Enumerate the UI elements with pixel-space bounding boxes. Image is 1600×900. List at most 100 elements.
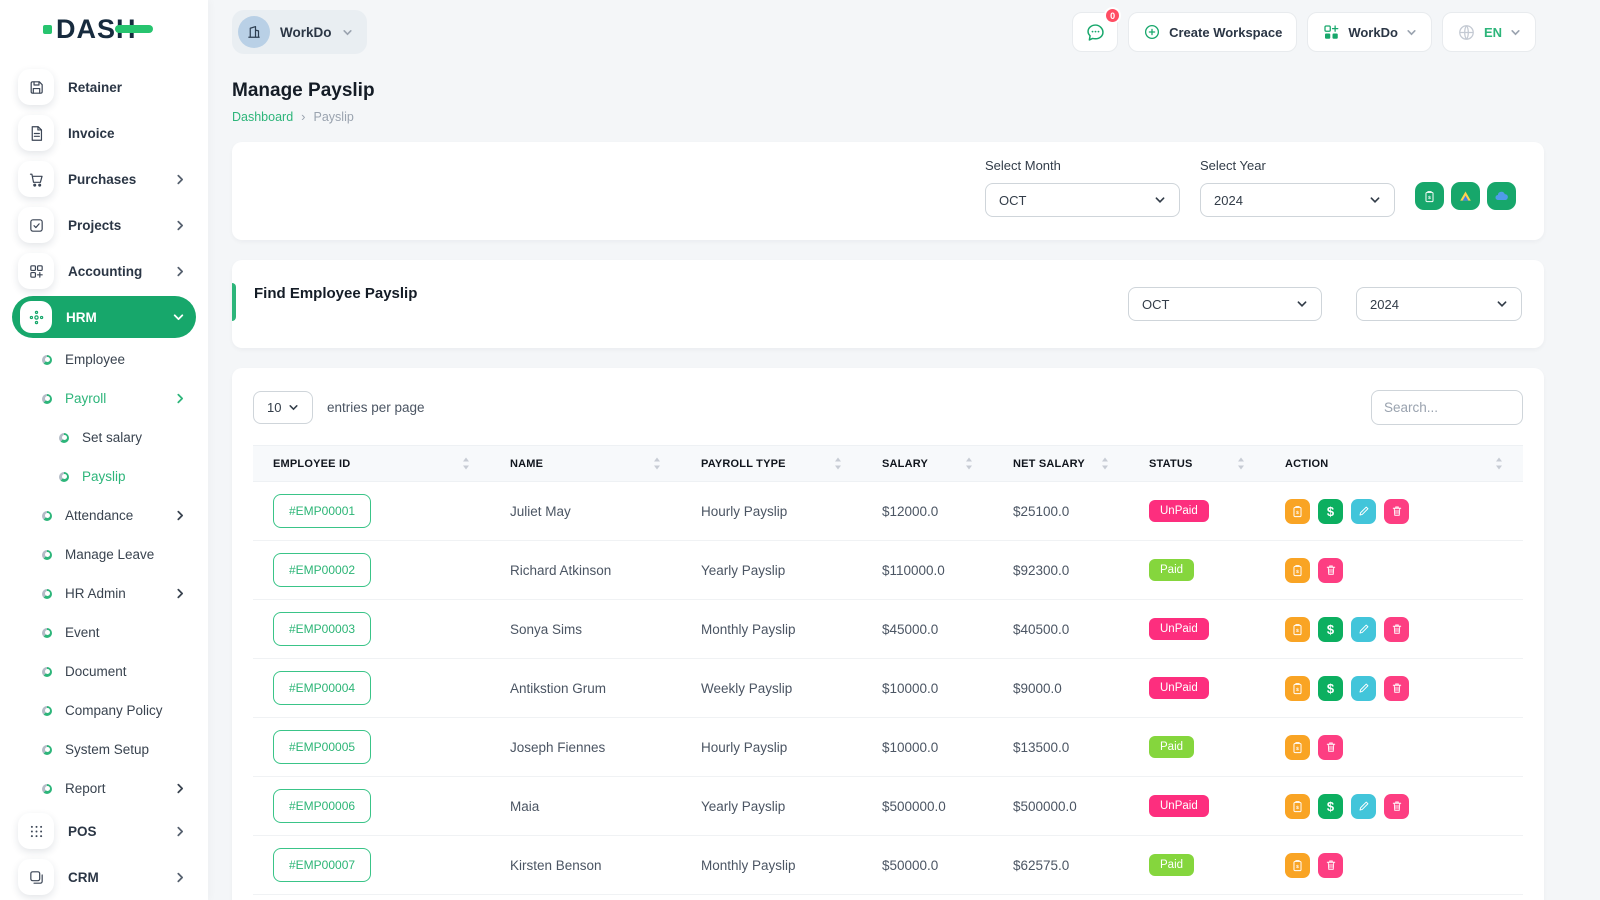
chevron-right-icon	[175, 266, 186, 277]
app-logo[interactable]: DASH	[56, 14, 137, 45]
card-accent-bar	[232, 283, 236, 321]
payslip-button[interactable]: $	[1285, 676, 1310, 701]
find-month-select[interactable]: OCT	[1128, 287, 1322, 321]
sidebar-item-manage-leave[interactable]: Manage Leave	[12, 535, 196, 574]
status-badge: UnPaid	[1149, 677, 1209, 699]
year-select[interactable]: 2024	[1200, 183, 1395, 217]
payslip-button[interactable]: $	[1285, 558, 1310, 583]
sidebar-item-set-salary[interactable]: Set salary	[12, 418, 196, 457]
sidebar-item-invoice[interactable]: Invoice	[12, 110, 196, 156]
select-month-label: Select Month	[985, 158, 1180, 173]
month-select[interactable]: OCT	[985, 183, 1180, 217]
payslip-icon: $	[1291, 564, 1304, 577]
status-badge: Paid	[1149, 736, 1194, 758]
sidebar-item-projects[interactable]: Projects	[12, 202, 196, 248]
sidebar-item-employee[interactable]: Employee	[12, 340, 196, 379]
employee-id-button[interactable]: #EMP00002	[273, 553, 371, 587]
column-header-employee-id[interactable]: EMPLOYEE ID	[253, 446, 490, 482]
sidebar-item-company-policy[interactable]: Company Policy	[12, 691, 196, 730]
payslip-button[interactable]: $	[1285, 735, 1310, 760]
search-input[interactable]	[1371, 390, 1523, 425]
svg-text:$: $	[1296, 804, 1299, 810]
employee-id-button[interactable]: #EMP00001	[273, 494, 371, 528]
row-actions: $	[1285, 735, 1503, 760]
pay-button[interactable]: $	[1318, 617, 1343, 642]
column-header-net-salary[interactable]: NET SALARY	[993, 446, 1129, 482]
find-year-select[interactable]: 2024	[1356, 287, 1522, 321]
payslip-button[interactable]: $	[1285, 853, 1310, 878]
edit-button[interactable]	[1351, 499, 1376, 524]
sidebar-item-event[interactable]: Event	[12, 613, 196, 652]
payslip-button[interactable]: $	[1285, 617, 1310, 642]
table-row: #EMP00004Antikstion GrumWeekly Payslip$1…	[253, 659, 1523, 718]
workspace-selector[interactable]: WorkDo	[232, 10, 367, 54]
sidebar-item-attendance[interactable]: Attendance	[12, 496, 196, 535]
delete-icon	[1391, 623, 1403, 635]
edit-icon	[1358, 682, 1370, 694]
one-drive-button[interactable]	[1487, 182, 1516, 210]
find-card-title: Find Employee Payslip	[254, 285, 417, 302]
pay-button[interactable]: $	[1318, 794, 1343, 819]
delete-button[interactable]	[1318, 735, 1343, 760]
page-size-select[interactable]: 10	[253, 391, 313, 424]
delete-button[interactable]	[1318, 558, 1343, 583]
delete-button[interactable]	[1384, 794, 1409, 819]
column-header-action[interactable]: ACTION	[1265, 446, 1523, 482]
column-label: NAME	[510, 458, 543, 470]
pay-button[interactable]: $	[1318, 676, 1343, 701]
sidebar-item-document[interactable]: Document	[12, 652, 196, 691]
sidebar-item-purchases[interactable]: Purchases	[12, 156, 196, 202]
column-header-name[interactable]: NAME	[490, 446, 681, 482]
delete-button[interactable]	[1384, 676, 1409, 701]
sidebar-item-pos[interactable]: POS	[12, 808, 196, 854]
breadcrumb-dashboard-link[interactable]: Dashboard	[232, 110, 293, 124]
delete-button[interactable]	[1384, 617, 1409, 642]
employee-id-button[interactable]: #EMP00004	[273, 671, 371, 705]
chevron-down-icon	[1154, 194, 1166, 206]
payslip-button[interactable]: $	[1285, 499, 1310, 524]
edit-button[interactable]	[1351, 676, 1376, 701]
sidebar-item-payslip[interactable]: Payslip	[12, 457, 196, 496]
column-header-status[interactable]: STATUS	[1129, 446, 1265, 482]
payslip-icon: $	[1291, 623, 1304, 636]
column-header-salary[interactable]: SALARY	[862, 446, 993, 482]
messages-button[interactable]: 0	[1072, 12, 1118, 52]
delete-button[interactable]	[1384, 499, 1409, 524]
sidebar-item-hr-admin[interactable]: HR Admin	[12, 574, 196, 613]
employee-name-cell: Maia	[490, 777, 681, 836]
sidebar-item-report[interactable]: Report	[12, 769, 196, 808]
net-salary-cell: $40500.0	[993, 600, 1129, 659]
payslip-export-button[interactable]: $	[1415, 182, 1444, 210]
sidebar-item-system-setup[interactable]: System Setup	[12, 730, 196, 769]
google-drive-button[interactable]	[1451, 182, 1480, 210]
delete-button[interactable]	[1318, 853, 1343, 878]
payslip-icon: $	[1291, 741, 1304, 754]
breadcrumb: Dashboard › Payslip	[232, 109, 1544, 124]
payslip-icon: $	[1291, 800, 1304, 813]
language-selector[interactable]: EN	[1442, 12, 1536, 52]
column-header-payroll-type[interactable]: PAYROLL TYPE	[681, 446, 862, 482]
create-workspace-button[interactable]: Create Workspace	[1128, 12, 1297, 52]
app-switcher-button[interactable]: WorkDo	[1307, 12, 1432, 52]
employee-id-button[interactable]: #EMP00006	[273, 789, 371, 823]
employee-id-cell: #EMP00004	[253, 659, 490, 718]
sidebar-item-crm[interactable]: CRM	[12, 854, 196, 900]
row-actions: $	[1285, 853, 1503, 878]
notification-badge: 0	[1104, 7, 1121, 24]
payslip-button[interactable]: $	[1285, 794, 1310, 819]
edit-button[interactable]	[1351, 794, 1376, 819]
bullet-icon	[42, 745, 52, 755]
sidebar-item-retainer[interactable]: Retainer	[12, 64, 196, 110]
edit-button[interactable]	[1351, 617, 1376, 642]
sidebar-item-hrm[interactable]: HRM	[12, 296, 196, 338]
sidebar-item-accounting[interactable]: Accounting	[12, 248, 196, 294]
sidebar-item-payroll[interactable]: Payroll	[12, 379, 196, 418]
employee-id-button[interactable]: #EMP00005	[273, 730, 371, 764]
find-year-value: 2024	[1370, 297, 1399, 312]
employee-id-button[interactable]: #EMP00007	[273, 848, 371, 882]
pay-button[interactable]: $	[1318, 499, 1343, 524]
employee-name-cell: Antikstion Grum	[490, 659, 681, 718]
status-badge: Paid	[1149, 559, 1194, 581]
employee-id-button[interactable]: #EMP00003	[273, 612, 371, 646]
salary-cell: $12000.0	[862, 482, 993, 541]
